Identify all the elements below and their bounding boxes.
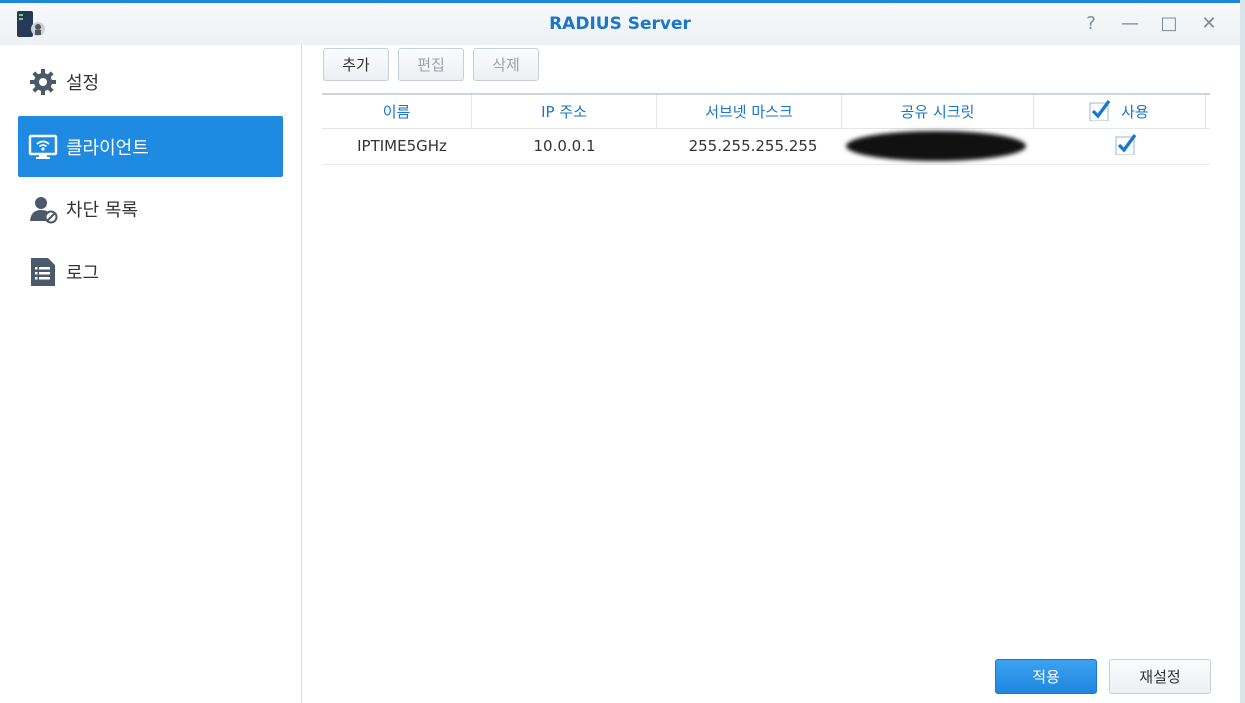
monitor-wifi-icon (28, 132, 58, 162)
apply-button[interactable]: 적용 (995, 659, 1097, 694)
column-header-ip[interactable]: IP 주소 (472, 95, 657, 129)
column-header-label: 사용 (1121, 103, 1149, 121)
sidebar-item-log[interactable]: 로그 (18, 241, 283, 302)
table-row[interactable]: IPTIME5GHz 10.0.0.1 255.255.255.255 (322, 129, 1210, 165)
column-header-enabled[interactable]: 사용 (1034, 95, 1206, 129)
sidebar-item-label: 차단 목록 (66, 199, 138, 221)
sidebar-item-label: 로그 (66, 262, 100, 284)
sidebar-item-blocklist[interactable]: 차단 목록 (18, 178, 283, 239)
help-icon[interactable]: ? (1080, 13, 1102, 35)
clients-table: 이름 IP 주소 서브넷 마스크 공유 시크릿 사용 IPTIME5GHz 10… (322, 93, 1210, 165)
sidebar-item-label: 설정 (66, 72, 100, 94)
client-subnet-cell: 255.255.255.255 (688, 137, 818, 155)
list-icon (28, 257, 58, 287)
gear-icon (28, 67, 58, 97)
sidebar: 설정 클라이언트 차단 목록 로그 (0, 45, 302, 703)
table-header: 이름 IP 주소 서브넷 마스크 공유 시크릿 사용 (322, 93, 1210, 129)
delete-button[interactable]: 삭제 (473, 48, 539, 81)
add-button[interactable]: 추가 (323, 48, 389, 81)
minimize-icon[interactable]: — (1119, 13, 1141, 35)
background-window-edge (1240, 0, 1245, 703)
maximize-icon[interactable]: □ (1158, 13, 1180, 35)
client-enabled-cell (1034, 129, 1218, 164)
sidebar-item-settings[interactable]: 설정 (18, 51, 283, 112)
sidebar-item-label: 클라이언트 (66, 137, 149, 159)
enabled-checkbox[interactable] (1115, 133, 1137, 157)
select-all-checkbox[interactable] (1089, 99, 1111, 123)
client-name-cell: IPTIME5GHz (357, 137, 447, 155)
edit-button[interactable]: 편집 (398, 48, 464, 81)
column-header-subnet[interactable]: 서브넷 마스크 (657, 95, 842, 129)
main-panel: 추가 편집 삭제 이름 IP 주소 서브넷 마스크 공유 시크릿 사용 IPTI… (302, 45, 1240, 703)
sidebar-item-clients[interactable]: 클라이언트 (18, 116, 283, 177)
client-ip-cell: 10.0.0.1 (533, 137, 596, 155)
redacted-secret (846, 131, 1026, 161)
title-bar[interactable]: RADIUS Server ? — □ ✕ (0, 3, 1240, 45)
close-icon[interactable]: ✕ (1198, 13, 1220, 35)
reset-button[interactable]: 재설정 (1109, 659, 1211, 694)
column-header-name[interactable]: 이름 (322, 95, 472, 129)
column-header-secret[interactable]: 공유 시크릿 (842, 95, 1034, 129)
window-title: RADIUS Server (549, 14, 691, 34)
radius-server-window: RADIUS Server ? — □ ✕ 설정 클라이언트 차단 목록 로그 … (0, 0, 1240, 703)
user-block-icon (28, 194, 58, 224)
